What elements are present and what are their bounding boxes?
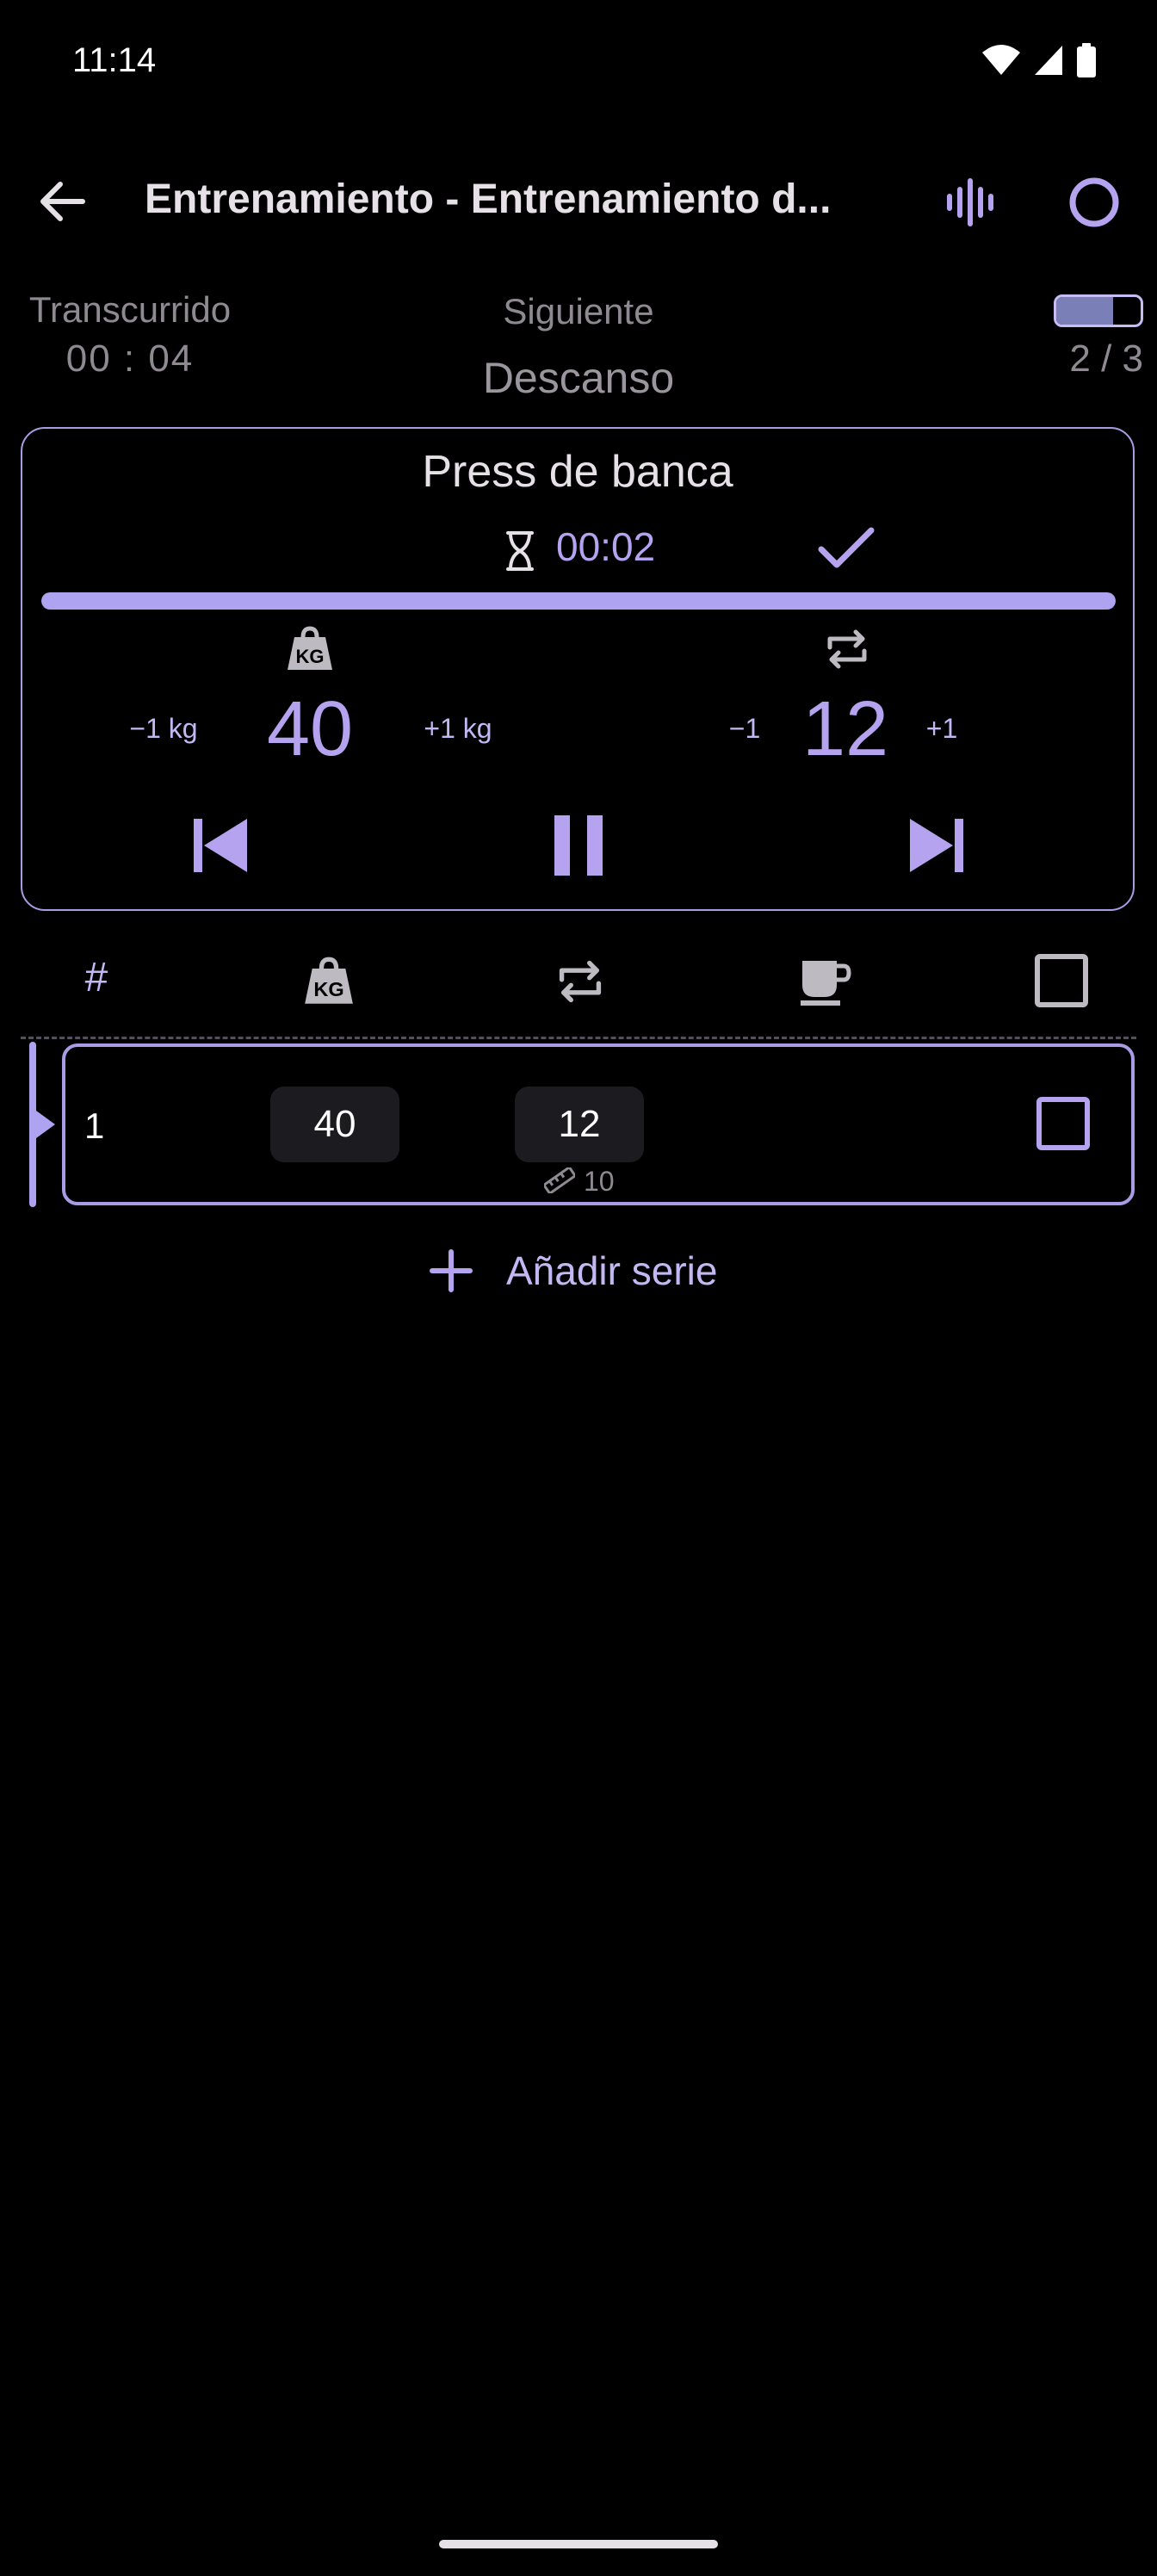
weight-value: 40: [266, 686, 354, 772]
signal-icon: [1033, 44, 1064, 77]
header-divider: [21, 1037, 1136, 1039]
check-icon: [816, 523, 876, 573]
add-set-button[interactable]: Añadir serie: [429, 1243, 717, 1298]
elapsed-value: 00 : 04: [65, 337, 195, 380]
reps-value: 12: [801, 686, 889, 772]
reps-decrease-button[interactable]: −1: [715, 713, 775, 745]
status-time: 11:14: [72, 41, 157, 79]
weight-kg-icon: KG: [286, 625, 334, 673]
select-all-checkbox[interactable]: [1033, 952, 1090, 1009]
weight-increase-button[interactable]: +1 kg: [415, 713, 501, 745]
column-rest-cup-icon: [797, 954, 852, 1009]
active-set-arrow-icon: [36, 1111, 55, 1138]
column-number: #: [84, 955, 108, 1000]
wifi-icon: [981, 44, 1021, 77]
set-weight-input[interactable]: 40: [270, 1087, 399, 1162]
ruler-icon: [544, 1167, 575, 1193]
finish-workout-button[interactable]: [1062, 170, 1126, 234]
svg-text:KG: KG: [313, 978, 343, 1000]
next-label: Siguiente: [503, 291, 654, 331]
exercise-progress-fill: [1056, 297, 1113, 325]
active-set-indicator: [29, 1042, 36, 1207]
page-title: Entrenamiento - Entrenamiento d...: [145, 176, 832, 222]
set-timer: 00:02: [556, 524, 656, 569]
previous-reps: 10: [584, 1166, 615, 1197]
plus-icon: [429, 1248, 473, 1293]
column-reps-icon: [554, 956, 606, 1007]
skip-previous-icon: [190, 815, 251, 876]
repeat-icon: [823, 625, 871, 673]
next-button[interactable]: [902, 809, 971, 882]
circle-icon: [1067, 176, 1121, 229]
set-reps-input[interactable]: 12: [515, 1087, 644, 1162]
voice-button[interactable]: [938, 170, 1002, 234]
exercise-name: Press de banca: [422, 447, 733, 497]
set-progress-fill: [41, 592, 1116, 610]
set-number: 1: [84, 1105, 105, 1146]
complete-set-button[interactable]: [816, 523, 876, 573]
pause-button[interactable]: [544, 809, 613, 882]
gesture-nav-handle[interactable]: [439, 2540, 718, 2548]
skip-next-icon: [906, 815, 967, 876]
battery-icon: [1076, 43, 1097, 77]
add-set-label: Añadir serie: [506, 1248, 718, 1293]
arrow-back-icon: [38, 181, 86, 222]
pause-icon: [553, 814, 604, 877]
set-complete-checkbox[interactable]: [1035, 1095, 1092, 1152]
back-button[interactable]: [31, 170, 93, 232]
set-progress-bar: [41, 592, 1116, 610]
waveform-icon: [945, 177, 995, 227]
exercise-progress-count: 2 / 3: [1069, 337, 1143, 380]
reps-increase-button[interactable]: +1: [916, 713, 968, 745]
svg-text:KG: KG: [296, 646, 325, 667]
elapsed-label: Transcurrido: [28, 289, 232, 330]
exercise-progress-bar: [1054, 294, 1143, 327]
hourglass-icon: [504, 530, 535, 572]
status-icons: [981, 43, 1097, 77]
next-value: Descanso: [482, 354, 675, 402]
previous-button[interactable]: [186, 809, 255, 882]
weight-decrease-button[interactable]: −1 kg: [121, 713, 207, 745]
column-weight-icon: KG: [303, 956, 355, 1007]
